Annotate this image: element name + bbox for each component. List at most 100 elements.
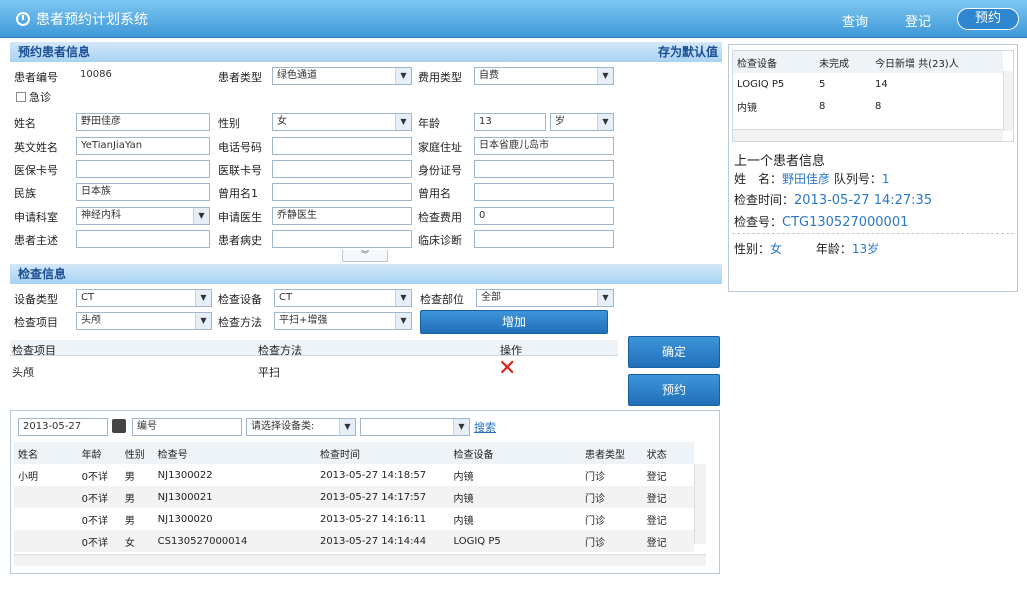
calendar-icon[interactable] (112, 419, 126, 433)
union-card-label: 医联卡号 (218, 164, 262, 177)
last-no-label: 检查号： (734, 215, 783, 229)
device-select[interactable]: CT ▼ (274, 289, 412, 307)
exam-items-col-method: 检查方法 (258, 344, 302, 357)
diagnosis-label: 临床诊断 (418, 234, 462, 247)
stats-cell-device: 内镜 (737, 102, 757, 114)
stats-col-pending: 未完成 (815, 51, 871, 73)
table-row[interactable]: 0不详 男 NJ1300021 2013-05-27 14:17:57 内镜 门… (14, 486, 694, 508)
address-field[interactable]: 日本省鹿儿岛市 (474, 137, 614, 155)
add-button[interactable]: 增加 (420, 310, 608, 334)
phone-label: 电话号码 (218, 141, 262, 154)
appointments-vscrollbar[interactable] (694, 464, 706, 544)
gender-value: 女 (277, 116, 287, 127)
age-unit-select[interactable]: 岁 ▼ (550, 113, 614, 131)
chevron-down-icon: ▼ (395, 68, 411, 84)
exam-items-col-item: 检查项目 (12, 344, 56, 357)
cell-gender: 男 (124, 471, 135, 483)
device-stats-table: 检查设备 未完成 今日新增 共(23)人 LOGIQ P5 5 14 内镜 8 … (732, 50, 1014, 142)
stats-cell-new: 8 (875, 100, 882, 112)
cell-patient-type: 门诊 (584, 537, 605, 549)
last-gender-value: 女 (770, 242, 783, 256)
id-no-label: 身份证号 (418, 164, 462, 177)
search-field-input[interactable]: 编号 (132, 418, 242, 436)
dept-select[interactable]: 神经内科 ▼ (76, 207, 210, 225)
cell-exam-time: 2013-05-27 14:14:44 (319, 535, 427, 547)
table-row[interactable]: 小明 0不详 男 NJ1300022 2013-05-27 14:18:57 内… (14, 464, 694, 486)
gender-select[interactable]: 女 ▼ (272, 113, 412, 131)
age-field[interactable]: 13 (474, 113, 546, 131)
appointments-hscrollbar[interactable] (14, 554, 706, 566)
fee-type-select[interactable]: 自费 ▼ (474, 67, 614, 85)
patient-no-label: 患者编号 (14, 71, 58, 84)
ethnicity-label: 民族 (14, 187, 36, 200)
cell-patient-type: 门诊 (584, 471, 605, 483)
save-default-link[interactable]: 存为默认值 (658, 42, 718, 62)
phone-field[interactable] (272, 137, 412, 155)
cell-age: 0不详 (81, 537, 109, 549)
alias2-field[interactable] (474, 183, 614, 201)
cell-name: 小明 (18, 471, 38, 483)
history-field[interactable] (272, 230, 412, 248)
search-link[interactable]: 搜索 (474, 419, 496, 435)
table-row[interactable]: 0不详 女 CS130527000014 2013-05-27 14:14:44… (14, 530, 694, 552)
collapse-toggle[interactable]: ︾ (342, 250, 388, 262)
stats-vscrollbar[interactable] (1003, 71, 1013, 131)
nav-appoint-button[interactable]: 预约 (957, 8, 1019, 30)
ethnicity-field[interactable]: 日本族 (76, 183, 210, 201)
table-row[interactable]: 内镜 8 8 (733, 95, 1003, 117)
exam-fee-field[interactable]: 0 (474, 207, 614, 225)
stats-hscrollbar[interactable] (733, 129, 1003, 141)
union-card-field[interactable] (272, 160, 412, 178)
name-label: 姓名 (14, 117, 36, 130)
device-type-select[interactable]: CT ▼ (76, 289, 212, 307)
exam-section: 检查信息 (10, 264, 722, 284)
body-part-select[interactable]: 全部 ▼ (476, 289, 614, 307)
table-row[interactable]: 0不详 男 NJ1300020 2013-05-27 14:16:11 内镜 门… (14, 508, 694, 530)
last-age-value: 13岁 (851, 242, 880, 256)
device-type-filter[interactable]: 请选择设备类: ▼ (246, 418, 356, 436)
date-field[interactable]: 2013-05-27 (18, 418, 108, 436)
chevron-down-icon: ▼ (453, 419, 469, 435)
exam-item-cell: 头颅 (12, 366, 34, 379)
complaint-field[interactable] (76, 230, 210, 248)
cell-status: 登记 (646, 515, 667, 527)
delete-icon[interactable]: ✕ (498, 358, 516, 380)
last-no-value: CTG130527000001 (782, 215, 909, 230)
exam-fee-label: 检查费用 (418, 211, 462, 224)
id-no-field[interactable] (474, 160, 614, 178)
stats-col-new: 今日新增 共(23)人 (871, 51, 1003, 73)
cell-exam-no: NJ1300021 (157, 491, 213, 503)
age-label: 年龄 (418, 117, 440, 130)
en-name-field[interactable]: YeTianJiaYan (76, 137, 210, 155)
appointments-table: 姓名 年龄 性别 检查号 检查时间 检查设备 患者类型 状态 小明 0不详 男 … (14, 442, 706, 554)
appoint-button[interactable]: 预约 (628, 374, 720, 406)
cell-patient-type: 门诊 (584, 493, 605, 505)
doctor-field[interactable]: 乔静医生 (272, 207, 412, 225)
medical-card-field[interactable] (76, 160, 210, 178)
emergency-checkbox[interactable]: 急诊 (16, 89, 51, 105)
item-select[interactable]: 头颅 ▼ (76, 312, 212, 330)
confirm-button[interactable]: 确定 (628, 336, 720, 368)
cell-device: LOGIQ P5 (453, 535, 501, 547)
chevron-down-icon: ▼ (597, 114, 613, 130)
patient-type-select[interactable]: 绿色通道 ▼ (272, 67, 412, 85)
col-exam-time: 检查时间 (315, 442, 450, 464)
last-time-value: 2013-05-27 14:27:35 (794, 193, 933, 208)
table-row[interactable]: LOGIQ P5 5 14 (733, 73, 1003, 95)
name-field[interactable]: 野田佳彦 (76, 113, 210, 131)
diagnosis-field[interactable] (474, 230, 614, 248)
cell-exam-time: 2013-05-27 14:18:57 (319, 469, 427, 481)
last-queue-label: 队列号： (833, 172, 882, 186)
cell-device: 内镜 (453, 471, 474, 483)
patient-no-field[interactable]: 10086 (76, 67, 210, 85)
nav-query[interactable]: 查询 (842, 11, 868, 30)
patient-section-header: 预约患者信息 存为默认值 (10, 42, 722, 62)
cell-gender: 男 (124, 493, 135, 505)
method-select[interactable]: 平扫+增强 ▼ (274, 312, 412, 330)
doctor-label: 申请医生 (218, 211, 262, 224)
nav-register[interactable]: 登记 (905, 11, 931, 30)
alias1-field[interactable] (272, 183, 412, 201)
alias1-label: 曾用名1 (218, 187, 258, 200)
extra-filter[interactable]: ▼ (360, 418, 470, 436)
chevron-down-icon: ▼ (339, 419, 355, 435)
